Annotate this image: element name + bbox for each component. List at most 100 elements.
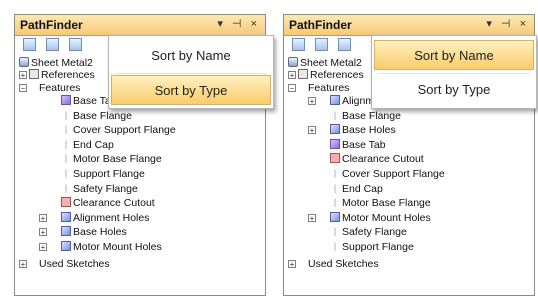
hole-feature-icon bbox=[61, 226, 71, 237]
flange-feature-icon: ⦚ bbox=[333, 169, 337, 181]
tree-item-used-sketches[interactable]: Used Sketches bbox=[308, 257, 379, 271]
feature-item[interactable]: ⦚ Safety Flange bbox=[61, 182, 138, 196]
flange-feature-icon: ⦚ bbox=[333, 198, 337, 211]
feature-item[interactable]: ⦚ Safety Flange bbox=[330, 225, 407, 239]
feature-label: Base Flange bbox=[73, 109, 132, 122]
menu-separator bbox=[115, 73, 267, 74]
tree-item-label: Used Sketches bbox=[39, 258, 110, 270]
tab-feature-icon bbox=[61, 95, 71, 105]
flange-feature-icon: ⦚ bbox=[64, 139, 68, 152]
sort-by-name-item[interactable]: Sort by Name bbox=[111, 41, 271, 71]
sort-by-name-item[interactable]: Sort by Name bbox=[374, 40, 534, 70]
feature-item[interactable]: ⦚ Base Flange bbox=[61, 109, 132, 123]
tree-item-references[interactable]: References bbox=[29, 68, 95, 82]
feature-item[interactable]: ⦚ Motor Base Flange bbox=[330, 196, 431, 210]
expand-toggle[interactable]: + bbox=[308, 126, 316, 135]
feature-item[interactable]: Base Holes bbox=[330, 123, 396, 137]
tree-item-features[interactable]: Features bbox=[39, 81, 80, 95]
feature-label: End Cap bbox=[342, 182, 383, 195]
feature-item[interactable]: Clearance Cutout bbox=[330, 152, 424, 166]
hole-feature-icon bbox=[61, 241, 71, 251]
tree-item-label: References bbox=[310, 69, 364, 81]
feature-label: Base Tab bbox=[342, 138, 386, 151]
pathfinder-panel-right: PathFinder ▾ ⊣ × Sheet Metal2 + Referenc… bbox=[283, 14, 537, 296]
feature-label: Safety Flange bbox=[73, 182, 138, 195]
tree-view-icon[interactable] bbox=[23, 38, 36, 51]
flange-feature-icon: ⦚ bbox=[333, 242, 337, 254]
feature-label: Safety Flange bbox=[342, 226, 407, 239]
hole-feature-icon bbox=[330, 211, 340, 222]
tree-item-references[interactable]: References bbox=[298, 68, 364, 82]
hole-feature-icon bbox=[330, 124, 340, 135]
expand-toggle[interactable]: + bbox=[308, 97, 316, 106]
flange-feature-icon: ⦚ bbox=[64, 110, 68, 123]
feature-item[interactable]: ⦚ Cover Support Flange bbox=[61, 123, 176, 137]
expand-toggle[interactable]: + bbox=[39, 243, 47, 252]
expand-toggle[interactable]: + bbox=[19, 71, 27, 80]
copy-view-icon[interactable] bbox=[46, 38, 59, 51]
menu-separator bbox=[378, 73, 530, 74]
collapse-toggle[interactable]: − bbox=[19, 84, 27, 93]
feature-label: Clearance Cutout bbox=[73, 197, 155, 210]
feature-label: Motor Mount Holes bbox=[73, 241, 162, 253]
sort-by-type-item[interactable]: Sort by Type bbox=[111, 75, 271, 105]
expand-toggle[interactable]: + bbox=[288, 260, 296, 269]
feature-item[interactable]: ⦚ Motor Base Flange bbox=[61, 152, 162, 166]
panel-title: PathFinder bbox=[20, 18, 83, 32]
flange-feature-icon: ⦚ bbox=[64, 154, 68, 167]
feature-item[interactable]: Base Holes bbox=[61, 225, 127, 239]
expand-toggle[interactable]: + bbox=[19, 260, 27, 269]
feature-label: Base Flange bbox=[342, 109, 401, 122]
feature-item[interactable]: Clearance Cutout bbox=[61, 196, 155, 210]
expand-toggle[interactable]: + bbox=[39, 213, 47, 222]
tree-item-used-sketches[interactable]: Used Sketches bbox=[39, 257, 110, 271]
flange-feature-icon: ⦚ bbox=[333, 227, 337, 240]
panel-title-bar[interactable]: PathFinder ▾ ⊣ × bbox=[284, 15, 534, 36]
feature-label: Support Flange bbox=[342, 241, 414, 253]
feature-item[interactable]: Base Tab bbox=[330, 138, 386, 152]
tree-view-icon[interactable] bbox=[292, 38, 305, 51]
flange-feature-icon: ⦚ bbox=[64, 125, 68, 138]
copy-view-icon[interactable] bbox=[315, 38, 328, 51]
feature-item[interactable]: ⦚ Cover Support Flange bbox=[330, 167, 445, 181]
feature-label: Motor Base Flange bbox=[73, 153, 162, 166]
panel-window-controls[interactable]: ▾ ⊣ × bbox=[217, 17, 260, 30]
tree-item-features[interactable]: Features bbox=[308, 81, 349, 95]
flange-feature-icon: ⦚ bbox=[64, 169, 68, 181]
panel-title-bar[interactable]: PathFinder ▾ ⊣ × bbox=[15, 15, 265, 36]
sheet-metal-icon bbox=[19, 57, 29, 67]
hole-feature-icon bbox=[330, 95, 340, 105]
feature-item[interactable]: ⦚ End Cap bbox=[61, 138, 114, 152]
feature-item[interactable]: ⦚ Support Flange bbox=[61, 167, 145, 181]
grid-view-icon[interactable] bbox=[69, 38, 82, 51]
feature-item[interactable]: Alignment Holes bbox=[61, 211, 149, 225]
grid-view-icon[interactable] bbox=[338, 38, 351, 51]
hole-feature-icon bbox=[61, 211, 71, 222]
feature-label: Base Holes bbox=[73, 226, 127, 239]
feature-item[interactable]: Motor Mount Holes bbox=[330, 211, 431, 225]
feature-item[interactable]: Motor Mount Holes bbox=[61, 240, 162, 254]
flange-feature-icon: ⦚ bbox=[333, 183, 337, 196]
feature-label: End Cap bbox=[73, 138, 114, 151]
flange-feature-icon: ⦚ bbox=[333, 110, 337, 123]
collapse-toggle[interactable]: − bbox=[288, 84, 296, 93]
tree-item-label: References bbox=[41, 69, 95, 81]
feature-label: Motor Base Flange bbox=[342, 197, 431, 210]
feature-item[interactable]: ⦚ Base Flange bbox=[330, 109, 401, 123]
feature-item[interactable]: ⦚ Support Flange bbox=[330, 240, 414, 254]
sort-by-type-item[interactable]: Sort by Type bbox=[374, 75, 534, 105]
tree-item-label: Features bbox=[308, 82, 350, 94]
panel-window-controls[interactable]: ▾ ⊣ × bbox=[486, 17, 529, 30]
cutout-feature-icon bbox=[61, 197, 71, 208]
references-icon bbox=[298, 69, 308, 79]
cutout-feature-icon bbox=[330, 153, 340, 164]
feature-label: Clearance Cutout bbox=[342, 153, 424, 166]
feature-label: Base Holes bbox=[342, 124, 396, 137]
sort-menu: Sort by Name Sort by Type bbox=[371, 35, 537, 109]
feature-label: Motor Mount Holes bbox=[342, 211, 431, 224]
feature-item[interactable]: ⦚ End Cap bbox=[330, 182, 383, 196]
expand-toggle[interactable]: + bbox=[288, 71, 296, 80]
expand-toggle[interactable]: + bbox=[39, 228, 47, 237]
tab-feature-icon bbox=[330, 138, 340, 149]
expand-toggle[interactable]: + bbox=[308, 213, 316, 222]
